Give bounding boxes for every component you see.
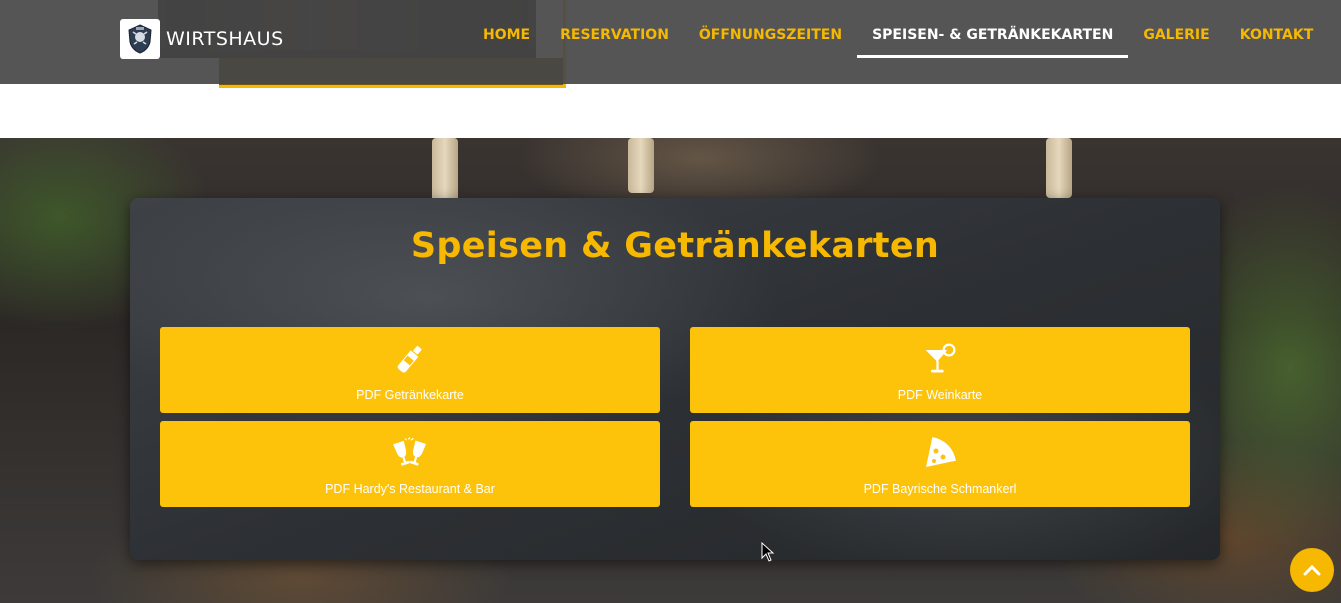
mouse-cursor-icon xyxy=(761,541,775,567)
card-label: PDF Weinkarte xyxy=(897,388,983,402)
cheers-glasses-icon xyxy=(392,435,428,471)
restaurant-bar-menu-card[interactable]: PDF Hardy's Restaurant & Bar xyxy=(160,421,660,507)
wine-menu-card[interactable]: PDF Weinkarte xyxy=(690,327,1190,413)
nav-item-home[interactable]: HOME xyxy=(468,0,545,58)
card-label: PDF Getränkekarte xyxy=(356,388,464,402)
card-label: PDF Bayrische Schmankerl xyxy=(863,482,1017,496)
cocktail-icon xyxy=(922,341,958,377)
pizza-slice-icon xyxy=(922,435,958,471)
skewer-decoration xyxy=(1046,138,1072,198)
bottle-icon xyxy=(392,341,428,377)
brand-name: WIRTSHAUS xyxy=(166,28,284,50)
main-navigation: HOME RESERVATION ÖFFNUNGSZEITEN SPEISEN-… xyxy=(468,0,1328,84)
nav-item-oeffnungszeiten[interactable]: ÖFFNUNGSZEITEN xyxy=(684,0,857,58)
site-header: WIRTSHAUS HOME RESERVATION ÖFFNUNGSZEITE… xyxy=(0,0,1341,84)
skewer-decoration xyxy=(628,138,654,193)
card-label: PDF Hardy's Restaurant & Bar xyxy=(325,482,495,496)
section-title: Speisen & Getränkekarten xyxy=(410,226,940,266)
scroll-to-top-button[interactable] xyxy=(1290,548,1334,592)
chevron-up-icon xyxy=(1303,564,1321,576)
nav-item-kontakt[interactable]: KONTAKT xyxy=(1225,0,1329,58)
menu-cards-panel: Speisen & Getränkekarten PDF Getränkekar… xyxy=(130,198,1220,560)
drinks-menu-card[interactable]: PDF Getränkekarte xyxy=(160,327,660,413)
nav-item-galerie[interactable]: GALERIE xyxy=(1128,0,1224,58)
bavarian-specials-menu-card[interactable]: PDF Bayrische Schmankerl xyxy=(690,421,1190,507)
brand-logo[interactable]: WIRTSHAUS xyxy=(120,19,284,59)
crest-icon xyxy=(120,19,160,59)
nav-item-speisen-getraenkekarten[interactable]: SPEISEN- & GETRÄNKEKARTEN xyxy=(857,0,1129,58)
nav-item-reservation[interactable]: RESERVATION xyxy=(545,0,684,58)
